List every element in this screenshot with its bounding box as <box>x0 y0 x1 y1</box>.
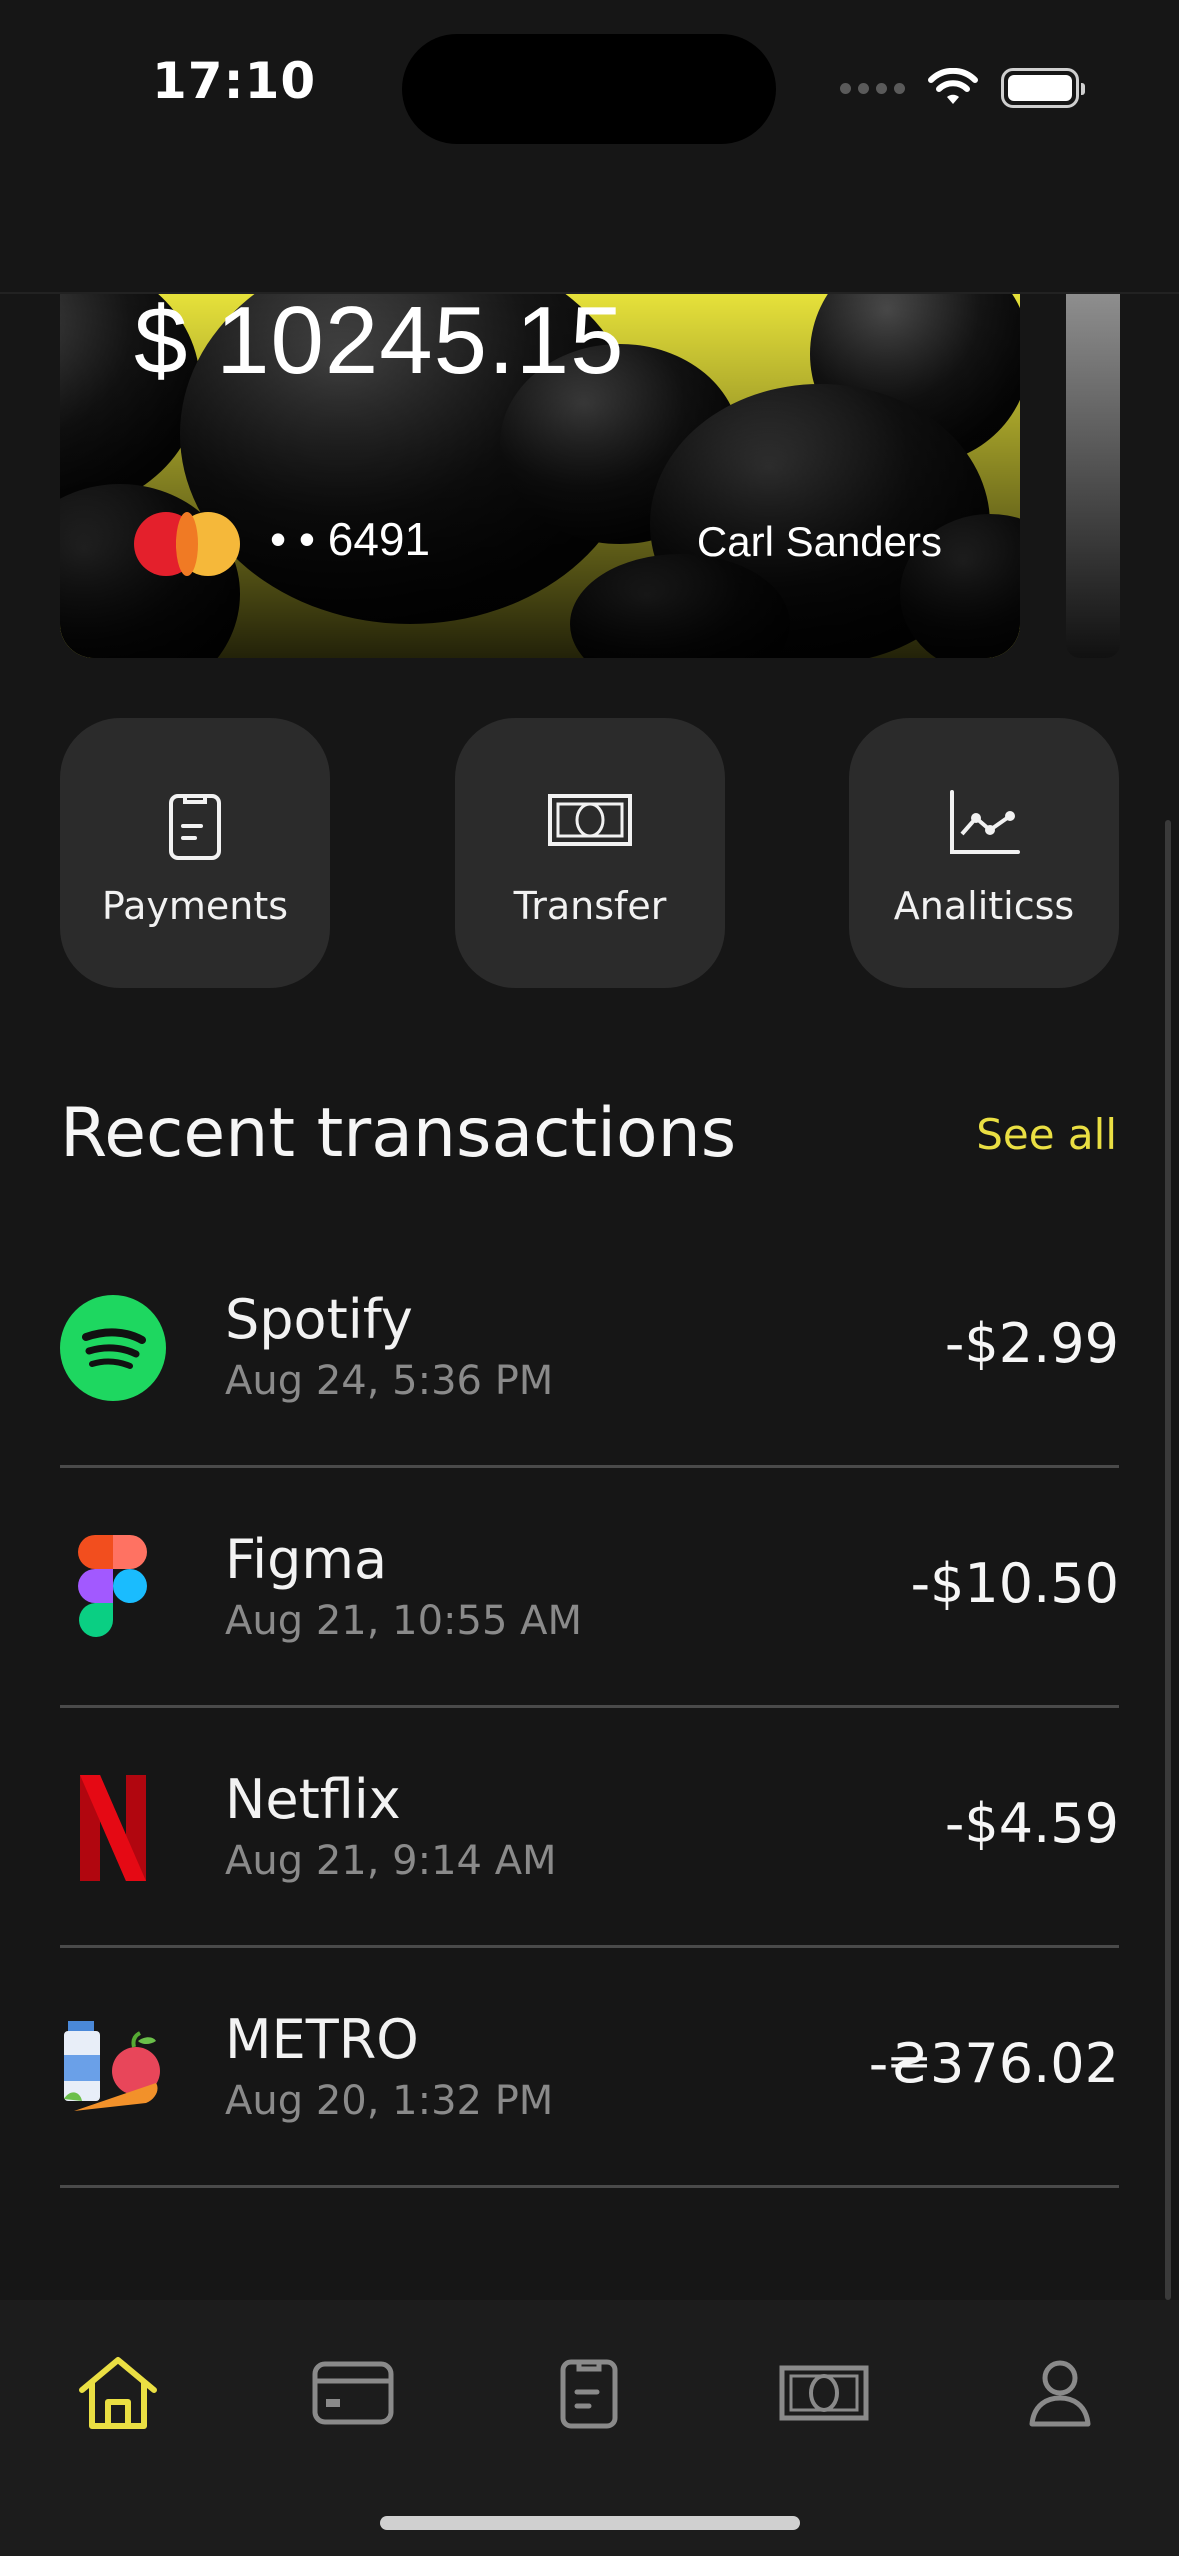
tab-payments[interactable] <box>519 2328 659 2458</box>
transaction-date: Aug 21, 10:55 AM <box>225 1598 583 1644</box>
card-holder-name: Carl Sanders <box>696 518 942 565</box>
line-chart-icon <box>950 790 1020 854</box>
analytics-label: Analiticss <box>893 884 1075 928</box>
transfer-button[interactable]: Transfer <box>455 718 725 988</box>
card-icon <box>312 2361 394 2425</box>
groceries-icon <box>64 2021 160 2111</box>
tab-transfer[interactable] <box>754 2328 894 2458</box>
analytics-button[interactable]: Analiticss <box>849 718 1119 988</box>
transaction-date: Aug 20, 1:32 PM <box>225 2078 554 2124</box>
transaction-row[interactable]: Figma Aug 21, 10:55 AM -$10.50 <box>60 1468 1119 1708</box>
scrollbar[interactable] <box>1165 820 1171 2300</box>
home-indicator[interactable] <box>380 2516 800 2530</box>
transaction-amount: -$4.59 <box>944 1792 1119 1855</box>
receipt-icon <box>560 2359 618 2429</box>
transaction-name: Netflix <box>225 1768 401 1831</box>
banknote-icon <box>548 794 632 846</box>
transaction-name: Figma <box>225 1528 388 1591</box>
status-bar: 17:10 <box>0 0 1179 175</box>
see-all-link[interactable]: See all <box>976 1110 1117 1159</box>
transaction-date: Aug 21, 9:14 AM <box>225 1838 557 1884</box>
transaction-row[interactable]: Spotify Aug 24, 5:36 PM -$2.99 <box>60 1228 1119 1468</box>
battery-icon <box>1001 68 1085 108</box>
wifi-icon <box>928 68 978 104</box>
tab-profile[interactable] <box>990 2328 1130 2458</box>
transaction-row[interactable]: Netflix Aug 21, 9:14 AM -$4.59 <box>60 1708 1119 1948</box>
payments-label: Payments <box>101 884 289 928</box>
figma-icon <box>78 1535 147 1637</box>
status-time: 17:10 <box>152 52 317 110</box>
status-icons <box>840 66 1085 110</box>
banknote-icon <box>779 2365 869 2421</box>
transaction-row[interactable]: METRO Aug 20, 1:32 PM -₴376.02 <box>60 1948 1119 2188</box>
payments-button[interactable]: Payments <box>60 718 330 988</box>
cellular-signal-icon <box>840 82 905 94</box>
tab-home[interactable] <box>48 2328 188 2458</box>
card-number: • • 6491 <box>270 513 431 565</box>
spotify-icon <box>60 1295 166 1401</box>
tab-cards[interactable] <box>283 2328 423 2458</box>
dynamic-island <box>402 34 776 144</box>
section-title: Recent transactions <box>60 1094 737 1173</box>
next-card-peek[interactable] <box>1066 294 1120 658</box>
transaction-date: Aug 24, 5:36 PM <box>225 1358 554 1404</box>
transaction-name: METRO <box>225 2008 419 2071</box>
row-divider <box>60 2185 1119 2188</box>
card-balance: $ 10245.15 <box>134 294 625 394</box>
transaction-amount: -$10.50 <box>910 1552 1119 1615</box>
profile-icon <box>1029 2360 1091 2427</box>
netflix-icon <box>80 1775 146 1881</box>
transaction-amount: -₴376.02 <box>868 2032 1119 2095</box>
bank-card[interactable]: $ 10245.15 • • 6491 Carl Sanders <box>60 294 1020 658</box>
transfer-label: Transfer <box>513 884 667 928</box>
transaction-amount: -$2.99 <box>944 1312 1119 1375</box>
receipt-icon <box>169 794 221 860</box>
mastercard-icon <box>134 512 240 576</box>
home-icon <box>79 2357 157 2429</box>
transaction-name: Spotify <box>225 1288 413 1351</box>
